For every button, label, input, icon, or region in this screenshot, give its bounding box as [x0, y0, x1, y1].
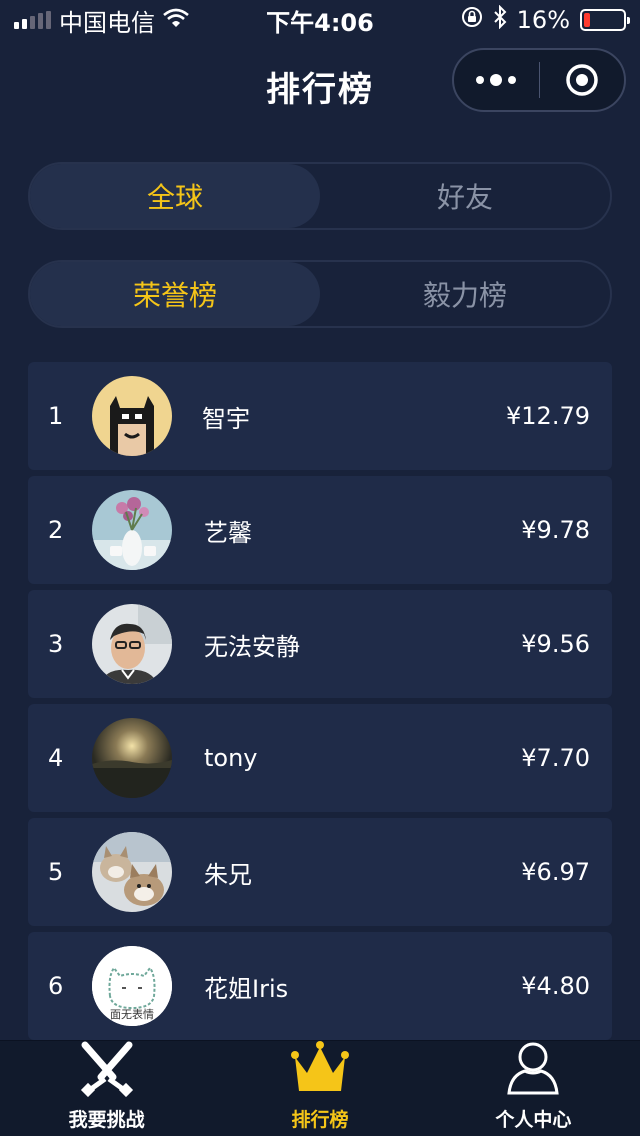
battery-fill: [584, 13, 591, 27]
tab-leaderboard[interactable]: 排行榜: [213, 1041, 426, 1136]
crown-icon: [289, 1039, 351, 1101]
flower-vase-avatar: [92, 490, 172, 570]
rank-number: 3: [48, 630, 64, 658]
batman-avatar: [92, 376, 172, 456]
tab-global[interactable]: 全球: [30, 164, 320, 228]
user-name: 朱兄: [204, 860, 252, 889]
cat-sketch-avatar: 面无表情: [92, 946, 172, 1026]
prize-amount: ¥12.79: [506, 402, 590, 430]
husky-dogs-avatar: [92, 832, 172, 912]
rank-number: 2: [48, 516, 64, 544]
tab-profile[interactable]: 个人中心: [427, 1041, 640, 1136]
user-name: 无法安静: [204, 632, 300, 661]
scope-switch: 全球 好友: [28, 162, 612, 230]
status-time: 下午4:06: [266, 8, 374, 37]
ranking-row[interactable]: 1 智宇 ¥12.79: [28, 362, 612, 470]
prize-amount: ¥9.56: [521, 630, 590, 658]
battery-icon: [580, 9, 630, 31]
capsule-menu: [452, 48, 626, 112]
prize-amount: ¥7.70: [521, 744, 590, 772]
selfie-avatar: [92, 604, 172, 684]
ranking-list: 1 智宇 ¥12.79 2 艺馨 ¥9.78 3 无法安静 ¥9.56 4 to…: [28, 362, 612, 1046]
user-name: 艺馨: [204, 518, 252, 547]
tab-honor-board[interactable]: 荣誉榜: [30, 262, 320, 326]
tab-challenge[interactable]: 我要挑战: [0, 1041, 213, 1136]
ranking-row[interactable]: 4 tony ¥7.70: [28, 704, 612, 812]
crossed-swords-icon: [77, 1039, 137, 1101]
prize-amount: ¥6.97: [521, 858, 590, 886]
tab-bar: 我要挑战 排行榜 个人中心: [0, 1040, 640, 1136]
tab-label: 我要挑战: [68, 1109, 145, 1131]
ranking-row[interactable]: 3 无法安静 ¥9.56: [28, 590, 612, 698]
user-name: 智宇: [202, 404, 250, 433]
tab-friends[interactable]: 好友: [320, 164, 610, 228]
sunset-avatar: [92, 718, 172, 798]
prize-amount: ¥9.78: [521, 516, 590, 544]
board-switch: 荣誉榜 毅力榜: [28, 260, 612, 328]
status-bar: 中国电信 下午4:06 16%: [0, 0, 640, 40]
rank-number: 6: [48, 972, 64, 1000]
tab-perseverance-board[interactable]: 毅力榜: [320, 262, 610, 326]
rank-number: 5: [48, 858, 64, 886]
target-circle-icon[interactable]: [540, 50, 625, 110]
nav-bar: 排行榜: [0, 40, 640, 124]
tab-label: 个人中心: [495, 1109, 572, 1131]
avatar-caption: 面无表情: [110, 1008, 154, 1021]
tab-label: 排行榜: [291, 1109, 349, 1131]
user-icon: [505, 1039, 561, 1101]
ranking-row[interactable]: 6 面无表情 花姐Iris ¥4.80: [28, 932, 612, 1040]
user-name: tony: [204, 744, 258, 772]
prize-amount: ¥4.80: [521, 972, 590, 1000]
ranking-row[interactable]: 2 艺馨 ¥9.78: [28, 476, 612, 584]
rank-number: 1: [48, 402, 64, 430]
user-name: 花姐Iris: [204, 974, 289, 1003]
rank-number: 4: [48, 744, 64, 772]
more-dots-icon[interactable]: [454, 50, 539, 110]
ranking-row[interactable]: 5 朱兄 ¥6.97: [28, 818, 612, 926]
